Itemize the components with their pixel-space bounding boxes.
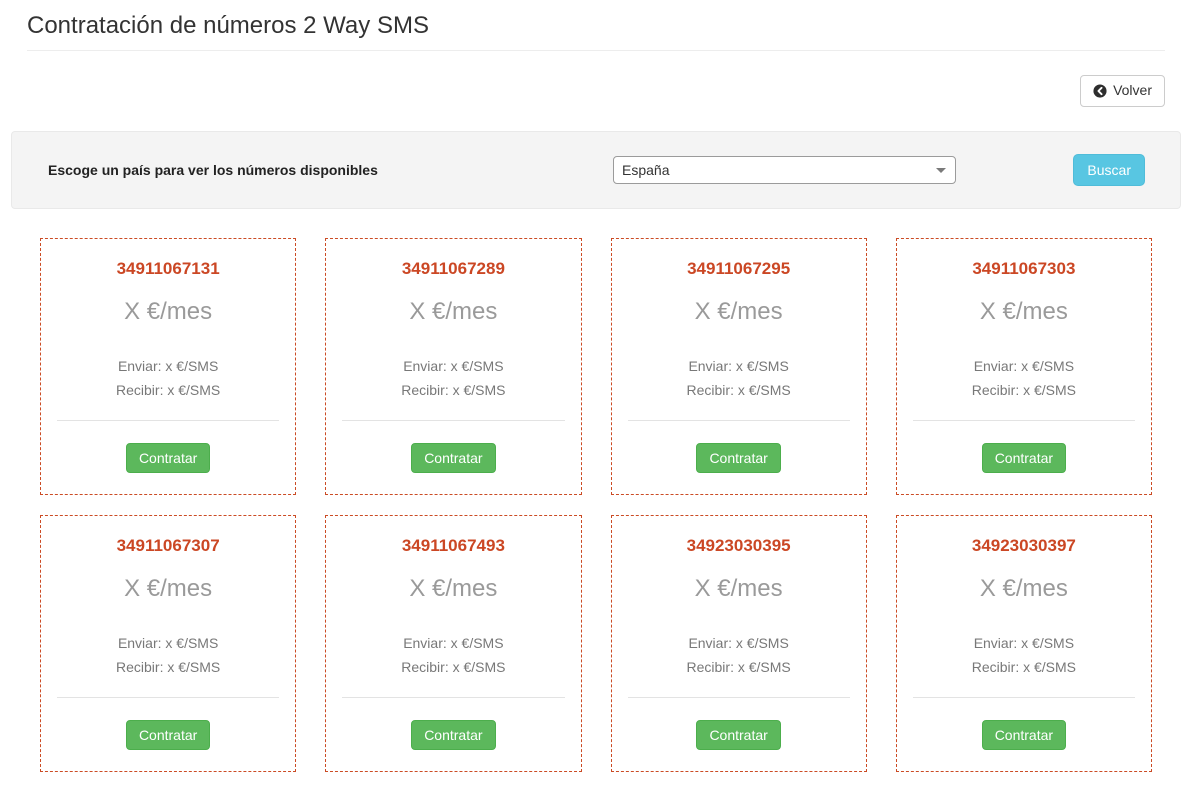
receive-rate: Recibir: x €/SMS xyxy=(342,655,564,679)
receive-rate: Recibir: x €/SMS xyxy=(57,378,279,402)
send-rate: Enviar: x €/SMS xyxy=(628,631,850,655)
monthly-price: X €/mes xyxy=(628,298,850,326)
contract-button[interactable]: Contratar xyxy=(982,720,1066,750)
number-card: 34911067307 X €/mes Enviar: x €/SMS Reci… xyxy=(40,515,296,772)
divider xyxy=(342,420,564,421)
divider xyxy=(628,697,850,698)
receive-rate: Recibir: x €/SMS xyxy=(628,655,850,679)
monthly-price: X €/mes xyxy=(342,298,564,326)
contract-button[interactable]: Contratar xyxy=(126,443,210,473)
contract-button[interactable]: Contratar xyxy=(411,443,495,473)
contract-button[interactable]: Contratar xyxy=(696,443,780,473)
send-rate: Enviar: x €/SMS xyxy=(913,354,1135,378)
divider xyxy=(342,697,564,698)
toolbar: Volver xyxy=(27,75,1165,107)
receive-rate: Recibir: x €/SMS xyxy=(57,655,279,679)
receive-rate: Recibir: x €/SMS xyxy=(913,378,1135,402)
number-card: 34923030395 X €/mes Enviar: x €/SMS Reci… xyxy=(611,515,867,772)
divider xyxy=(913,697,1135,698)
back-button[interactable]: Volver xyxy=(1080,75,1165,107)
send-rate: Enviar: x €/SMS xyxy=(57,631,279,655)
send-rate: Enviar: x €/SMS xyxy=(913,631,1135,655)
monthly-price: X €/mes xyxy=(628,575,850,603)
phone-number: 34923030395 xyxy=(628,536,850,556)
monthly-price: X €/mes xyxy=(913,298,1135,326)
rates: Enviar: x €/SMS Recibir: x €/SMS xyxy=(57,631,279,679)
number-card: 34923030397 X €/mes Enviar: x €/SMS Reci… xyxy=(896,515,1152,772)
contract-button[interactable]: Contratar xyxy=(696,720,780,750)
monthly-price: X €/mes xyxy=(57,575,279,603)
monthly-price: X €/mes xyxy=(57,298,279,326)
send-rate: Enviar: x €/SMS xyxy=(57,354,279,378)
contract-button[interactable]: Contratar xyxy=(126,720,210,750)
country-select-label: Escoge un país para ver los números disp… xyxy=(48,162,613,178)
page-title: Contratación de números 2 Way SMS xyxy=(27,10,1165,51)
monthly-price: X €/mes xyxy=(342,575,564,603)
rates: Enviar: x €/SMS Recibir: x €/SMS xyxy=(913,631,1135,679)
numbers-grid: 34911067131 X €/mes Enviar: x €/SMS Reci… xyxy=(11,238,1181,772)
monthly-price: X €/mes xyxy=(913,575,1135,603)
receive-rate: Recibir: x €/SMS xyxy=(913,655,1135,679)
circle-arrow-left-icon xyxy=(1093,84,1107,98)
phone-number: 34911067307 xyxy=(57,536,279,556)
number-card: 34911067289 X €/mes Enviar: x €/SMS Reci… xyxy=(325,238,581,495)
divider xyxy=(628,420,850,421)
send-rate: Enviar: x €/SMS xyxy=(342,631,564,655)
divider xyxy=(57,697,279,698)
number-card: 34911067303 X €/mes Enviar: x €/SMS Reci… xyxy=(896,238,1152,495)
contract-button[interactable]: Contratar xyxy=(982,443,1066,473)
phone-number: 34911067131 xyxy=(57,259,279,279)
phone-number: 34911067493 xyxy=(342,536,564,556)
rates: Enviar: x €/SMS Recibir: x €/SMS xyxy=(628,631,850,679)
country-search-panel: Escoge un país para ver los números disp… xyxy=(11,131,1181,209)
search-button[interactable]: Buscar xyxy=(1073,154,1145,186)
phone-number: 34911067295 xyxy=(628,259,850,279)
rates: Enviar: x €/SMS Recibir: x €/SMS xyxy=(913,354,1135,402)
divider xyxy=(57,420,279,421)
phone-number: 34923030397 xyxy=(913,536,1135,556)
country-select[interactable]: España xyxy=(613,156,956,184)
send-rate: Enviar: x €/SMS xyxy=(342,354,564,378)
page: Contratación de números 2 Way SMS Volver… xyxy=(0,0,1192,788)
number-card: 34911067493 X €/mes Enviar: x €/SMS Reci… xyxy=(325,515,581,772)
rates: Enviar: x €/SMS Recibir: x €/SMS xyxy=(57,354,279,402)
back-button-label: Volver xyxy=(1113,81,1152,101)
number-card: 34911067131 X €/mes Enviar: x €/SMS Reci… xyxy=(40,238,296,495)
receive-rate: Recibir: x €/SMS xyxy=(628,378,850,402)
number-card: 34911067295 X €/mes Enviar: x €/SMS Reci… xyxy=(611,238,867,495)
rates: Enviar: x €/SMS Recibir: x €/SMS xyxy=(342,354,564,402)
send-rate: Enviar: x €/SMS xyxy=(628,354,850,378)
contract-button[interactable]: Contratar xyxy=(411,720,495,750)
rates: Enviar: x €/SMS Recibir: x €/SMS xyxy=(342,631,564,679)
phone-number: 34911067289 xyxy=(342,259,564,279)
country-select-wrapper: España xyxy=(613,156,956,184)
divider xyxy=(913,420,1135,421)
receive-rate: Recibir: x €/SMS xyxy=(342,378,564,402)
phone-number: 34911067303 xyxy=(913,259,1135,279)
rates: Enviar: x €/SMS Recibir: x €/SMS xyxy=(628,354,850,402)
